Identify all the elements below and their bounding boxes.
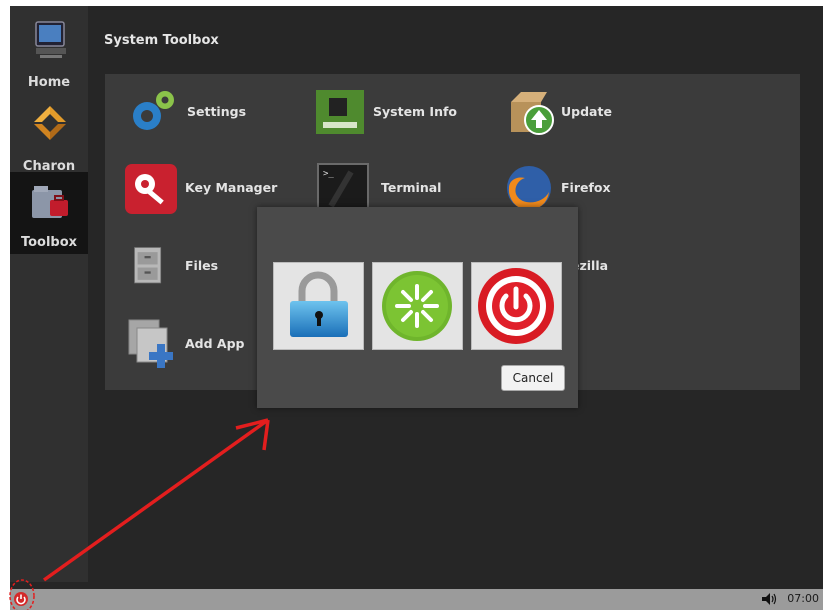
power-dialog: Cancel [257,207,578,408]
restart-button[interactable] [372,262,463,350]
sidebar: Home Charon Toolbox [10,6,88,582]
power-tray-icon[interactable] [13,591,29,607]
sidebar-item-toolbox[interactable]: Toolbox [10,172,88,254]
svg-text:>_: >_ [323,169,334,179]
add-app-icon [128,319,173,368]
app-files[interactable]: Files [133,240,253,300]
taskbar: 07:00 [10,589,823,610]
sidebar-item-home[interactable]: Home [10,14,88,94]
charon-logo-icon [34,106,66,140]
gears-icon [133,91,174,130]
sidebar-item-charon[interactable]: Charon [10,98,88,178]
app-label: Firefox [561,180,611,195]
lock-button[interactable] [273,262,364,350]
key-icon [125,164,177,214]
clock: 07:00 [787,592,819,605]
restart-icon [382,271,452,341]
app-label: Key Manager [185,180,278,195]
sidebar-item-label: Home [27,75,71,90]
app-update[interactable]: Update [507,86,667,146]
lock-icon [290,271,348,337]
app-system-info[interactable]: System Info [315,86,475,146]
page-title: System Toolbox [104,33,219,48]
app-filezilla[interactable]: ezilla [567,240,647,300]
app-label: Settings [187,104,247,119]
power-icon [478,268,554,344]
app-label: Update [561,104,612,119]
app-label: Add App [185,336,245,351]
app-label: Files [185,258,219,273]
cancel-button[interactable]: Cancel [501,365,565,391]
shutdown-button[interactable] [471,262,562,350]
update-box-icon [511,92,554,135]
app-label: Terminal [381,180,442,195]
app-settings[interactable]: Settings [127,86,287,146]
toolbox-icon [32,186,68,218]
volume-icon[interactable] [761,592,777,606]
computer-icon [35,21,66,58]
file-cabinet-icon [134,247,162,284]
circuit-board-icon [316,90,364,134]
app-add-app[interactable]: Add App [127,318,277,378]
sidebar-item-label: Toolbox [20,235,78,250]
app-label: System Info [373,104,457,119]
